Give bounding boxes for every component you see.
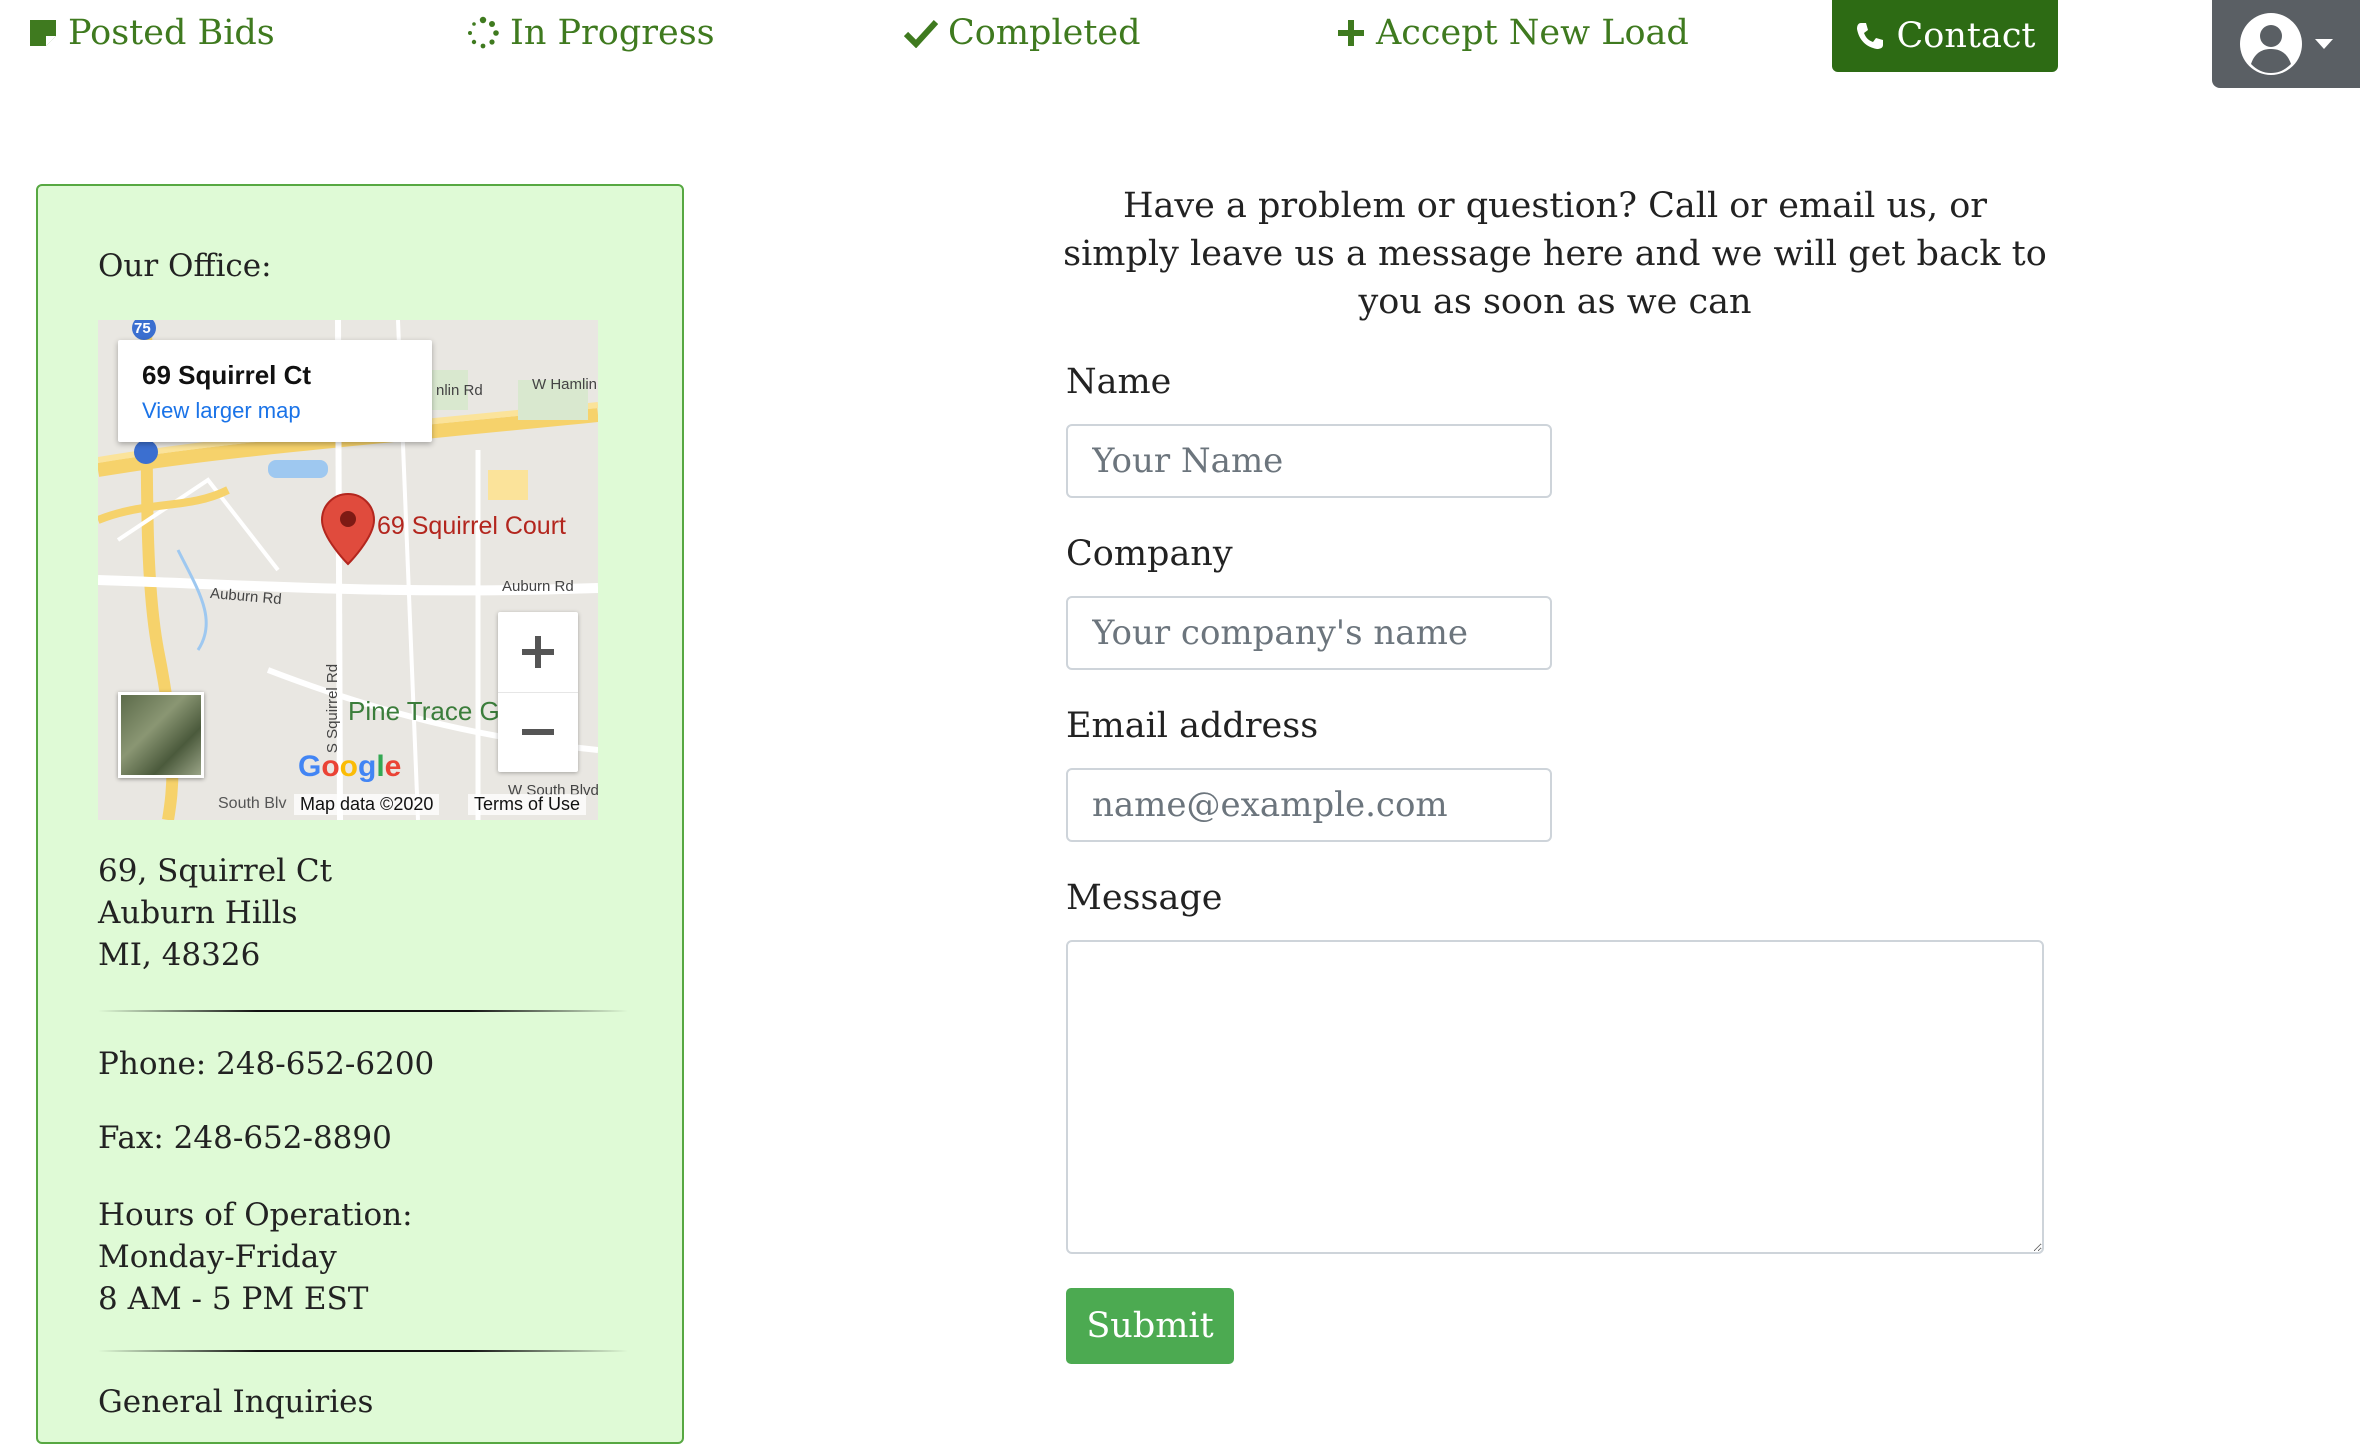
divider — [98, 1010, 628, 1012]
road-label: W Hamlin — [532, 376, 598, 393]
office-fax: Fax: 248-652-8890 — [98, 1120, 392, 1156]
nav-completed[interactable]: Completed — [904, 0, 1141, 66]
nav-accept-new-load[interactable]: Accept New Load — [1336, 0, 1689, 66]
nav-label: Accept New Load — [1376, 13, 1689, 53]
plus-icon — [1338, 20, 1364, 46]
top-nav: Posted Bids In Progress Completed Accept… — [0, 0, 2360, 110]
phone-icon — [1856, 23, 1883, 49]
nav-posted-bids[interactable]: Posted Bids — [28, 0, 275, 66]
office-panel: Our Office: nlin Rd W Hamlin Auburn Rd A… — [36, 184, 684, 1444]
office-title: Our Office: — [98, 248, 272, 284]
nav-contact[interactable]: Contact — [1832, 0, 2058, 72]
hours-title: Hours of Operation: — [98, 1197, 413, 1233]
hours-days: Monday-Friday — [98, 1239, 337, 1275]
map-credit: Map data ©2020 — [294, 794, 440, 815]
plus-icon — [522, 636, 554, 668]
office-map[interactable]: nlin Rd W Hamlin Auburn Rd Auburn Rd S S… — [98, 320, 598, 820]
road-label: nlin Rd — [436, 382, 483, 399]
office-hours: Hours of Operation: Monday-Friday 8 AM -… — [98, 1194, 413, 1320]
office-phone: Phone: 248-652-6200 — [98, 1046, 435, 1082]
map-place-card: 69 Squirrel Ct View larger map — [118, 340, 432, 442]
spinner-icon — [468, 16, 499, 49]
map-pin-label: 69 Squirrel Court — [377, 512, 566, 540]
nav-label: Posted Bids — [68, 13, 275, 53]
road-label: S Squirrel Rd — [324, 663, 342, 754]
zoom-in-button[interactable] — [498, 612, 578, 693]
nav-label: In Progress — [510, 13, 715, 53]
view-larger-map-link[interactable]: View larger map — [142, 398, 301, 424]
email-input[interactable] — [1066, 768, 1552, 842]
name-label: Name — [1066, 362, 1172, 402]
nav-in-progress[interactable]: In Progress — [466, 0, 715, 66]
nav-label: Contact — [1896, 16, 2036, 56]
submit-button[interactable]: Submit — [1066, 1288, 1234, 1364]
chevron-down-icon — [2315, 39, 2333, 49]
road-label: South Blv — [218, 795, 287, 812]
minus-icon — [522, 729, 554, 735]
user-menu-button[interactable] — [2212, 0, 2360, 88]
note-icon — [30, 20, 56, 46]
address-line: Auburn Hills — [98, 895, 298, 931]
message-label: Message — [1066, 878, 1223, 918]
name-input[interactable] — [1066, 424, 1552, 498]
office-address: 69, Squirrel Ct Auburn Hills MI, 48326 — [98, 850, 332, 976]
address-line: MI, 48326 — [98, 937, 261, 973]
google-logo: Google — [298, 750, 402, 783]
zoom-out-button[interactable] — [498, 692, 578, 772]
user-avatar-icon — [2240, 13, 2302, 75]
check-icon — [904, 19, 938, 48]
address-line: 69, Squirrel Ct — [98, 853, 333, 889]
divider — [98, 1350, 628, 1352]
company-label: Company — [1066, 534, 1233, 574]
road-label: Auburn Rd — [502, 578, 574, 595]
map-place-name: 69 Squirrel Ct — [142, 360, 312, 390]
general-inquiries-heading: General Inquiries — [98, 1384, 374, 1420]
satellite-toggle[interactable] — [118, 692, 204, 778]
map-zoom-control — [498, 612, 578, 772]
nav-label: Completed — [948, 13, 1141, 53]
contact-intro: Have a problem or question? Call or emai… — [1063, 186, 2047, 322]
map-footer: South Blv Map data ©2020 Terms of Use — [98, 790, 598, 820]
hours-time: 8 AM - 5 PM EST — [98, 1281, 369, 1317]
highway-shield: 75 — [134, 320, 151, 337]
terms-of-use-link[interactable]: Terms of Use — [468, 794, 587, 815]
company-input[interactable] — [1066, 596, 1552, 670]
message-textarea[interactable] — [1066, 940, 2044, 1254]
email-label: Email address — [1066, 706, 1319, 746]
